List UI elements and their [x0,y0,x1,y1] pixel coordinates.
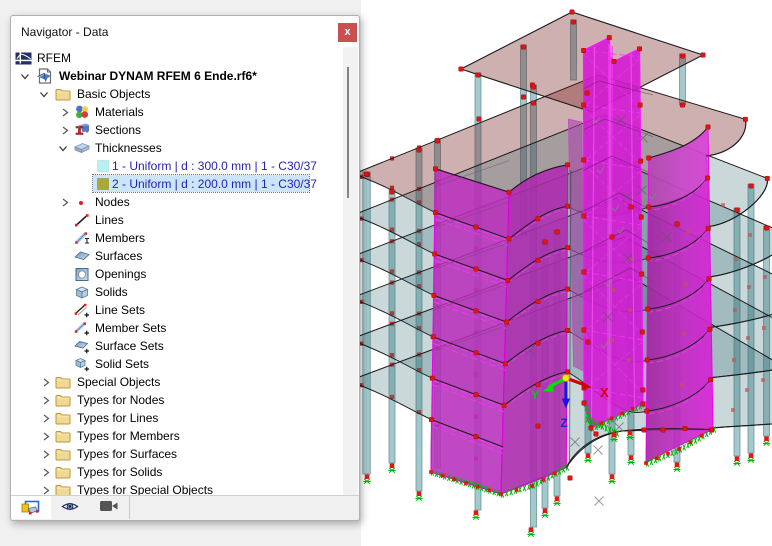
svg-text:X: X [600,385,609,400]
svg-text:Z: Z [561,416,568,430]
svg-text:Y: Y [531,388,539,402]
